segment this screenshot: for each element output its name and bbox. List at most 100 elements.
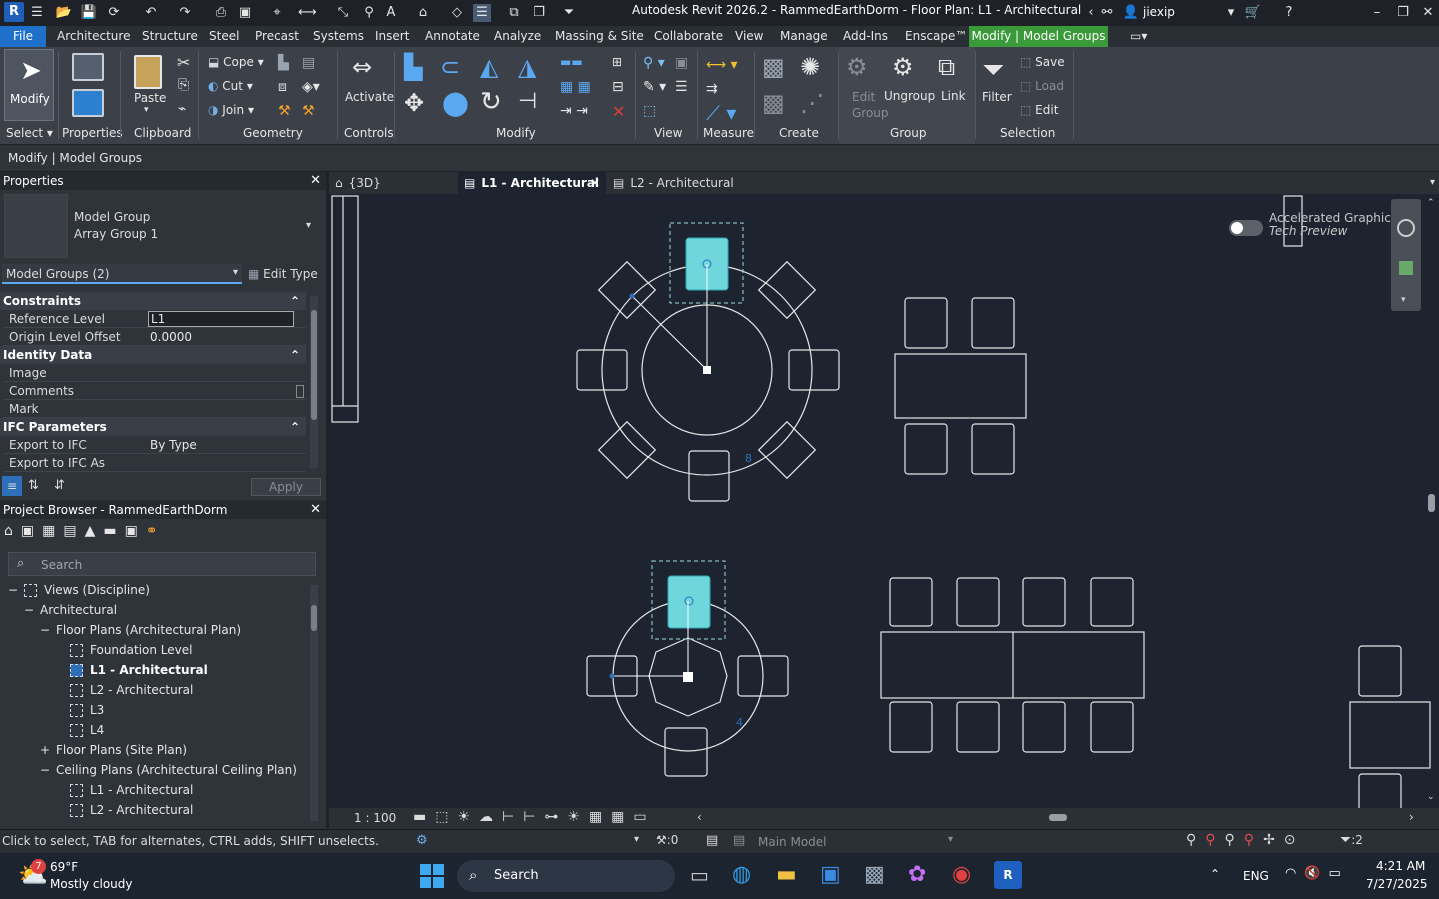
rotate-icon[interactable]: ↻ [480, 87, 502, 117]
split-face-icon[interactable]: ⧈ [278, 79, 287, 95]
apply-button[interactable]: Apply [251, 478, 321, 496]
switch-windows-icon[interactable]: ❐ [530, 4, 548, 22]
tab-architecture[interactable]: Architecture [57, 29, 130, 43]
view-controls[interactable]: ▬⬚☀☁⊢⊢⊶☀▦▦▭ [413, 809, 656, 825]
reveal-icon[interactable]: ⬚ [643, 103, 656, 119]
windows-start-icon[interactable] [420, 864, 444, 888]
array-count-label[interactable]: 8 [745, 452, 752, 465]
scroll-down-icon[interactable]: ⌄ [1427, 792, 1435, 802]
user-icon[interactable]: 👤 [1122, 4, 1140, 22]
scissors-icon[interactable]: ✂ [177, 53, 190, 72]
property-row[interactable]: Export to IFC By Type [3, 436, 306, 454]
rotation-center[interactable] [703, 366, 711, 374]
taskbar-search[interactable]: ⌕ Search [457, 860, 675, 892]
collapse-icon[interactable]: − [24, 603, 34, 617]
tab-view[interactable]: View [735, 29, 763, 43]
edit-group-icon[interactable]: ⚙ [846, 53, 868, 81]
link-icon[interactable]: ⧉ [938, 53, 955, 81]
instance-selector[interactable]: Model Groups (2) ▾ [2, 264, 242, 284]
slope-icon[interactable]: ⟋ ▾ [706, 101, 736, 125]
ungroup-icon[interactable]: ⚙ [892, 53, 914, 81]
activate-button[interactable]: Activate [345, 90, 394, 104]
split-icon[interactable]: ▬▬ [560, 55, 583, 69]
measure-qat-icon[interactable]: ⌖ [268, 4, 286, 22]
save-selection-button[interactable]: ⬚ Save [1020, 55, 1065, 69]
type-family-name[interactable]: Model Group [74, 210, 150, 224]
help-icon[interactable]: ? [1280, 4, 1298, 22]
move-icon[interactable]: ✥ [404, 89, 424, 117]
close-icon[interactable]: ✕ [310, 172, 321, 190]
filter-status[interactable]: ⏷:2 [1340, 832, 1363, 848]
array-count-label[interactable]: 4 [736, 716, 743, 729]
worksets-indicator[interactable]: ⚒:0 [656, 833, 678, 847]
properties-label[interactable]: Properties [62, 126, 123, 140]
copy-icon[interactable]: ⎘ [178, 77, 189, 93]
selected-chair-bottom[interactable] [667, 575, 711, 629]
property-row[interactable]: Mark [3, 400, 306, 418]
sort-ascending-icon[interactable]: ⇅ [28, 478, 39, 493]
collapse-icon[interactable]: − [40, 623, 50, 637]
edit-type-button[interactable]: ▦ Edit Type [248, 267, 318, 281]
store-icon[interactable]: ▣ [820, 862, 841, 887]
properties-scrollbar[interactable] [310, 296, 318, 468]
cope-button[interactable]: ⬓ Cope ▾ [208, 55, 264, 69]
customize-qat-icon[interactable]: ⏷ [560, 4, 578, 22]
type-name[interactable]: Array Group 1 [74, 227, 158, 241]
hammer-icon[interactable]: ⚒ [302, 103, 315, 119]
close-window-icon[interactable]: ✕ [1419, 4, 1437, 22]
language-indicator[interactable]: ENG [1243, 869, 1269, 883]
undo-icon[interactable]: ↶ [142, 4, 160, 22]
partial-table-right[interactable] [1349, 645, 1431, 808]
load-selection-button[interactable]: ⬚ Load [1020, 79, 1064, 93]
paint-brush-icon[interactable]: ⚒ [278, 103, 291, 119]
tab-file[interactable]: File [0, 26, 46, 47]
clock-time[interactable]: 4:21 AM [1376, 859, 1425, 873]
close-tab-icon[interactable]: ✕ [590, 172, 600, 194]
scroll-left-icon[interactable]: ‹ [697, 810, 702, 824]
tab-precast[interactable]: Precast [255, 29, 299, 43]
rect-table-8-chairs[interactable] [880, 577, 1145, 753]
mirror-axis-icon[interactable]: ◭ [480, 53, 498, 81]
ungroup-button[interactable]: Ungroup [884, 89, 935, 103]
copy-tool-icon[interactable]: ⬤ [442, 89, 469, 117]
browser-search-input[interactable]: ⌕ Search [8, 552, 316, 576]
zoom-icon[interactable] [1399, 261, 1413, 275]
print-icon[interactable]: ⎙ [212, 4, 230, 22]
tab-list-dropdown-icon[interactable]: ▾ [1430, 172, 1435, 194]
task-view-icon[interactable]: ▭ [690, 863, 709, 887]
properties-icon[interactable] [72, 89, 104, 117]
tab-3d[interactable]: ⌂ {3D} [329, 172, 457, 194]
sort-categorized-icon[interactable]: ≡ [2, 476, 22, 496]
array-icon[interactable]: ▦ ▦ [560, 79, 591, 95]
create-assembly-icon[interactable]: ▩ [762, 89, 785, 117]
tab-manage[interactable]: Manage [780, 29, 828, 43]
property-row[interactable]: Origin Level Offset 0.0000 [3, 328, 306, 346]
filter-icon[interactable]: ⏷ [982, 53, 1004, 87]
pdf-icon[interactable]: ▣ [236, 4, 254, 22]
reference-level-input[interactable]: L1 [148, 311, 294, 327]
sync-icon[interactable]: ⟳ [105, 4, 123, 22]
design-options-icon[interactable]: ▤ [706, 833, 718, 848]
rotation-center[interactable] [683, 672, 693, 682]
copilot-icon[interactable]: ✿ [908, 862, 926, 887]
edit-group-button[interactable]: Edit Group [852, 89, 889, 121]
property-row[interactable]: Export to IFC As [3, 454, 306, 472]
text-icon[interactable]: A [382, 4, 400, 22]
array-handle[interactable] [629, 293, 635, 299]
tray-icons[interactable]: ◠🔇▭ [1285, 866, 1349, 881]
tag-icon[interactable]: ⤡ [334, 4, 352, 22]
tab-annotate[interactable]: Annotate [425, 29, 480, 43]
cut-button[interactable]: ◐ Cut ▾ [208, 79, 253, 93]
group-ifc-parameters[interactable]: IFC Parameters ⌃ [0, 418, 306, 436]
tab-l1-architectural[interactable]: ▤ L1 - Architectural ✕ [458, 172, 606, 194]
accelerated-graphics-toggle[interactable] [1229, 220, 1263, 236]
collapse-icon[interactable]: − [40, 763, 50, 777]
round-table-8-chairs[interactable] [576, 260, 840, 502]
link-button[interactable]: Link [941, 89, 966, 103]
minimize-icon[interactable]: – [1368, 4, 1386, 22]
user-name[interactable]: jiexip [1143, 5, 1175, 19]
chrome-icon[interactable]: ◉ [952, 862, 971, 887]
modify-button[interactable]: ➤ Modify [4, 49, 54, 121]
thin-lines-icon[interactable]: ☰ [473, 4, 491, 22]
tab-massing-site[interactable]: Massing & Site [555, 29, 644, 43]
